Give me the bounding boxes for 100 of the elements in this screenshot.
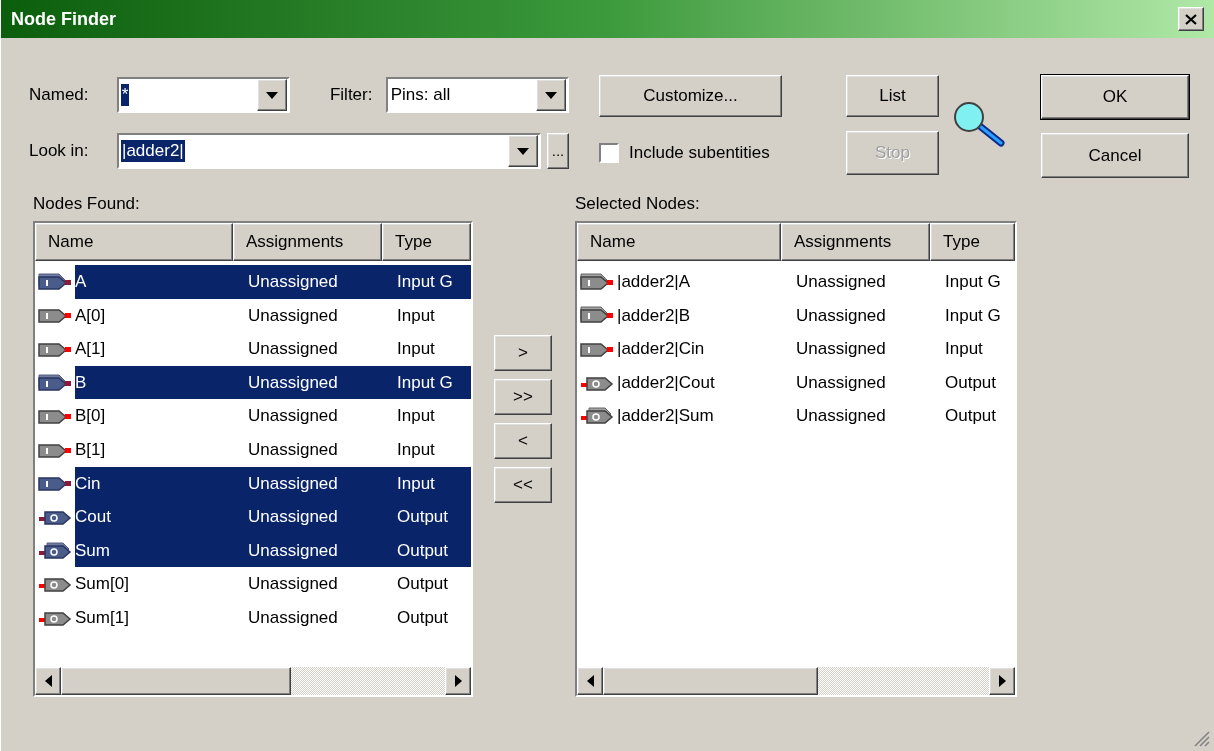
browse-button[interactable]: ... <box>547 133 569 169</box>
node-row[interactable]: Sum[0] Unassigned Output <box>35 567 471 601</box>
scroll-thumb[interactable] <box>61 667 291 695</box>
column-header[interactable]: Type <box>930 223 1015 261</box>
scroll-left-button[interactable] <box>35 667 61 695</box>
horizontal-scrollbar[interactable] <box>35 667 471 695</box>
node-assignment: Unassigned <box>247 573 339 596</box>
node-name: |adder2|A <box>617 271 692 294</box>
node-row[interactable]: |adder2|A Unassigned Input G <box>577 265 1015 299</box>
filter-combo[interactable]: Pins: all <box>385 77 569 113</box>
scroll-thumb[interactable] <box>603 667 818 695</box>
node-type: Input <box>396 405 435 428</box>
right-arrow-icon <box>998 675 1006 687</box>
scroll-right-button[interactable] <box>989 667 1015 695</box>
node-assignment: Unassigned <box>247 607 339 629</box>
column-header[interactable]: Assignments <box>781 223 930 261</box>
node-assignment: Unassigned <box>247 371 339 394</box>
node-name: Cin <box>75 472 102 495</box>
look-in-combo[interactable]: |adder2| <box>117 133 541 169</box>
node-assignment: Unassigned <box>247 405 339 428</box>
node-row[interactable]: |adder2|Sum Unassigned Output <box>577 399 1015 433</box>
column-header[interactable]: Type <box>382 223 471 261</box>
node-row[interactable]: A[1] Unassigned Input <box>35 332 471 366</box>
transfer-button[interactable]: << <box>494 467 552 503</box>
column-header[interactable]: Assignments <box>233 223 382 261</box>
list-button[interactable]: List <box>846 75 939 117</box>
node-type: Input <box>396 304 435 327</box>
resize-grip-icon <box>1192 729 1210 747</box>
transfer-button[interactable]: < <box>494 423 552 459</box>
node-assignment: Unassigned <box>795 371 887 394</box>
node-type: Input G <box>396 371 453 394</box>
node-type: Input <box>396 472 435 495</box>
node-name: |adder2|B <box>617 304 692 327</box>
scroll-left-button[interactable] <box>577 667 603 695</box>
node-type: Input <box>944 338 983 361</box>
caret-icon <box>517 147 529 155</box>
transfer-button[interactable]: >> <box>494 379 552 415</box>
node-assignment: Unassigned <box>247 338 339 361</box>
node-name: |adder2|Cout <box>617 371 716 394</box>
dropdown-button[interactable] <box>536 79 566 111</box>
scroll-right-button[interactable] <box>445 667 471 695</box>
node-assignment: Unassigned <box>795 405 887 428</box>
left-arrow-icon <box>586 675 594 687</box>
node-assignment: Unassigned <box>247 539 339 562</box>
node-assignment: Unassigned <box>247 472 339 495</box>
node-assignment: Unassigned <box>247 304 339 327</box>
node-assignment: Unassigned <box>247 271 339 294</box>
dropdown-button[interactable] <box>256 79 287 111</box>
magnifier-icon <box>951 101 1007 147</box>
horizontal-scrollbar[interactable] <box>577 667 1015 695</box>
customize-button[interactable]: Customize... <box>599 75 782 117</box>
node-row[interactable]: |adder2|Cin Unassigned Input <box>577 332 1015 366</box>
node-assignment: Unassigned <box>795 304 887 327</box>
node-type: Input <box>396 439 435 461</box>
transfer-button[interactable]: > <box>494 335 552 371</box>
checkbox[interactable] <box>599 143 619 163</box>
node-type: Input <box>396 338 435 361</box>
node-name: B <box>75 371 88 394</box>
node-type: Output <box>396 573 449 596</box>
right-arrow-icon <box>454 675 462 687</box>
close-icon <box>1185 13 1197 25</box>
node-name: A <box>75 271 88 294</box>
node-assignment: Unassigned <box>247 439 339 461</box>
node-name: A[0] <box>75 304 107 327</box>
node-row[interactable]: B[0] Unassigned Input <box>35 399 471 433</box>
node-row[interactable]: A[0] Unassigned Input <box>35 298 471 333</box>
node-row[interactable]: |adder2|Cout Unassigned Output <box>577 365 1015 400</box>
node-row[interactable]: Sum[1] Unassigned Output <box>35 600 471 635</box>
node-assignment: Unassigned <box>247 506 339 529</box>
node-assignment: Unassigned <box>795 338 887 361</box>
dropdown-button[interactable] <box>508 135 538 167</box>
node-name: |adder2|Cin <box>617 338 706 361</box>
node-name: Cout <box>75 506 112 529</box>
node-name: B[1] <box>75 439 107 461</box>
column-header[interactable]: Name <box>35 223 233 261</box>
node-type: Output <box>396 506 449 529</box>
node-name: Sum[1] <box>75 607 130 629</box>
field-label: Filter: <box>329 84 374 107</box>
node-type: Input G <box>944 304 1001 327</box>
checkbox-label: Include subentities <box>629 142 770 165</box>
node-name: |adder2|Sum <box>617 405 715 428</box>
column-header[interactable]: Name <box>577 223 781 261</box>
node-row[interactable]: |adder2|B Unassigned Input G <box>577 298 1015 333</box>
node-name: Sum <box>75 539 111 562</box>
cancel-button[interactable]: Cancel <box>1041 133 1189 178</box>
list-label: Nodes Found: <box>33 193 141 215</box>
list-label: Selected Nodes: <box>575 193 701 215</box>
node-row[interactable]: B[1] Unassigned Input <box>35 432 471 467</box>
ok-button[interactable]: OK <box>1041 75 1189 119</box>
node-type: Output <box>944 405 997 428</box>
node-type: Input G <box>944 271 1001 294</box>
node-name: A[1] <box>75 338 107 361</box>
caret-icon <box>265 91 278 99</box>
node-name: B[0] <box>75 405 107 428</box>
window-title: Node Finder <box>11 7 116 31</box>
close-button[interactable] <box>1178 7 1204 31</box>
named-combo[interactable]: * <box>116 77 290 113</box>
node-assignment: Unassigned <box>795 271 887 294</box>
node-type: Output <box>396 539 449 562</box>
node-type: Output <box>944 371 997 394</box>
